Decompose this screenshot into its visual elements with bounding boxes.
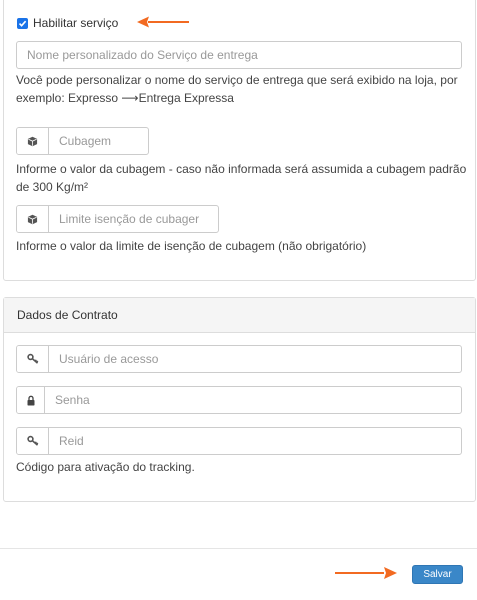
cubage-limit-input[interactable]: Limite isenção de cubager (16, 205, 219, 233)
cubage-help-line2: de 300 Kg/m² (16, 180, 89, 194)
cubage-input[interactable]: Cubagem (16, 127, 149, 155)
enable-service-checkbox[interactable] (17, 17, 28, 29)
service-name-help: Você pode personalizar o nome do serviço… (16, 71, 458, 107)
annotation-arrow-left-icon (137, 16, 189, 28)
reid-placeholder: Reid (59, 434, 84, 448)
user-placeholder: Usuário de acesso (59, 352, 159, 366)
user-input[interactable]: Usuário de acesso (16, 345, 462, 373)
cubage-limit-placeholder: Limite isenção de cubager (59, 212, 200, 226)
password-input[interactable]: Senha (16, 386, 462, 414)
reid-input[interactable]: Reid (16, 427, 462, 455)
service-name-help-line2: exemplo: Expresso ⟶Entrega Expressa (16, 91, 234, 105)
cube-icon (17, 206, 49, 232)
cubage-help: Informe o valor da cubagem - caso não in… (16, 160, 466, 196)
cubage-limit-help: Informe o valor da limite de isenção de … (16, 239, 367, 253)
service-name-input[interactable]: Nome personalizado do Serviço de entrega (16, 41, 462, 69)
password-placeholder: Senha (55, 393, 90, 407)
enable-service-row[interactable]: Habilitar serviço (17, 16, 118, 30)
lock-icon (17, 387, 45, 413)
contract-panel-title: Dados de Contrato (4, 298, 475, 333)
annotation-arrow-right-icon (335, 567, 397, 579)
save-button[interactable]: Salvar (412, 565, 463, 584)
cubage-placeholder: Cubagem (59, 134, 112, 148)
footer-divider (0, 548, 477, 549)
service-name-help-line1: Você pode personalizar o nome do serviço… (16, 73, 458, 87)
cube-icon (17, 128, 49, 154)
key-icon (17, 346, 49, 372)
cubage-help-line1: Informe o valor da cubagem - caso não in… (16, 162, 467, 176)
service-name-placeholder: Nome personalizado do Serviço de entrega (27, 48, 258, 62)
enable-service-label: Habilitar serviço (33, 16, 119, 30)
reid-help: Código para ativação do tracking. (16, 460, 195, 474)
key-icon (17, 428, 49, 454)
